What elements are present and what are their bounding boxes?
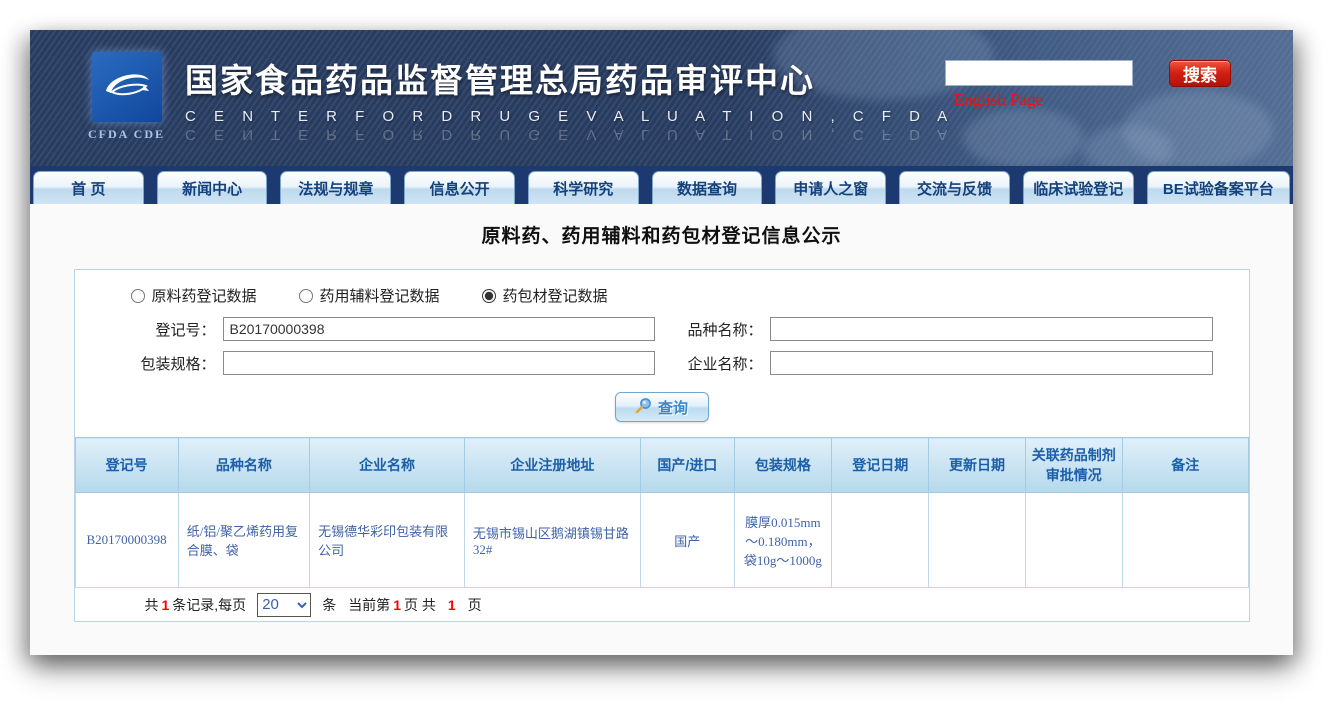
company-name-label: 企业名称： (665, 353, 770, 374)
table-cell (1025, 493, 1122, 588)
pager-total-pages: 1 (448, 597, 456, 613)
site-banner: CFDA CDE 国家食品药品监督管理总局药品审评中心 C E N T E R … (30, 30, 1293, 166)
results-col-header-5: 包装规格 (734, 438, 831, 493)
variety-name-input[interactable] (770, 317, 1213, 341)
results-col-header-6: 登记日期 (832, 438, 929, 493)
dataset-radio-input-2[interactable] (482, 289, 496, 303)
results-col-header-8: 关联药品制剂审批情况 (1025, 438, 1122, 493)
table-cell: 膜厚0.015mm～0.180mm，袋10g～1000g (734, 493, 831, 588)
dataset-radio-label-2: 药包材登记数据 (503, 285, 608, 306)
pager-total-suffix: 条记录,每页 (172, 595, 246, 615)
results-body: B20170000398纸/铝/聚乙烯药用复合膜、袋无锡德华彩印包装有限公司无锡… (75, 493, 1248, 588)
nav-tab-1[interactable]: 新闻中心 (157, 171, 268, 204)
pager-per-page-unit: 条 (322, 595, 336, 615)
nav-tab-6[interactable]: 申请人之窗 (775, 171, 886, 204)
dataset-radio-input-0[interactable] (131, 289, 145, 303)
site-title-en-reflection: C E N T E R F O R D R U G E V A L U A T … (185, 126, 954, 143)
logo-abbr: CFDA CDE (88, 127, 165, 142)
site-title-cn: 国家食品药品监督管理总局药品审评中心 (185, 54, 954, 102)
site-search-button[interactable]: 搜索 (1169, 60, 1231, 87)
dataset-radio-0[interactable]: 原料药登记数据 (131, 285, 257, 306)
page-size-select[interactable]: 20 (257, 593, 311, 617)
table-row: B20170000398纸/铝/聚乙烯药用复合膜、袋无锡德华彩印包装有限公司无锡… (75, 493, 1248, 588)
filter-form: 登记号： 品种名称： 包装规格： (75, 317, 1249, 375)
site-title-en: C E N T E R F O R D R U G E V A L U A T … (185, 108, 954, 125)
pager-pages-unit: 页 (468, 595, 482, 615)
pager-current-prefix: 当前第 (348, 595, 390, 615)
results-col-header-7: 更新日期 (929, 438, 1025, 493)
table-cell: 无锡德华彩印包装有限公司 (310, 493, 465, 588)
page-title: 原料药、药用辅料和药包材登记信息公示 (30, 204, 1293, 248)
nav-tab-9[interactable]: BE试验备案平台 (1147, 171, 1290, 204)
main-content: 原料药、药用辅料和药包材登记信息公示 原料药登记数据 药用辅料登记数据 药包材登记数… (30, 204, 1293, 655)
dataset-radio-1[interactable]: 药用辅料登记数据 (299, 285, 440, 306)
nav-tab-7[interactable]: 交流与反馈 (899, 171, 1010, 204)
registration-no-input[interactable] (223, 317, 655, 341)
dataset-radio-label-0: 原料药登记数据 (152, 285, 257, 306)
results-col-header-1: 品种名称 (178, 438, 309, 493)
banner-decor (963, 108, 1083, 166)
results-col-header-4: 国产/进口 (640, 438, 734, 493)
nav-tabs: 首 页新闻中心法规与规章信息公开科学研究数据查询申请人之窗交流与反馈临床试验登记… (30, 166, 1293, 204)
dataset-radio-label-1: 药用辅料登记数据 (320, 285, 440, 306)
magnifier-icon (635, 397, 652, 418)
results-col-header-9: 备注 (1122, 438, 1248, 493)
results-col-header-2: 企业名称 (310, 438, 465, 493)
banner-search-area: 搜索 (945, 60, 1231, 87)
nav-tab-8[interactable]: 临床试验登记 (1023, 171, 1134, 204)
nav-tab-2[interactable]: 法规与规章 (280, 171, 391, 204)
table-cell (832, 493, 929, 588)
query-button-label: 查询 (658, 397, 688, 418)
table-cell (1122, 493, 1248, 588)
banner-decor (1123, 90, 1273, 166)
english-page-link[interactable]: English Page (954, 90, 1043, 110)
pager-current-page: 1 (393, 597, 401, 613)
nav-tab-4[interactable]: 科学研究 (528, 171, 639, 204)
browser-page: CFDA CDE 国家食品药品监督管理总局药品审评中心 C E N T E R … (30, 30, 1293, 655)
search-panel: 原料药登记数据 药用辅料登记数据 药包材登记数据 登记号： 品种名称： (74, 269, 1250, 622)
dataset-radio-2[interactable]: 药包材登记数据 (482, 285, 608, 306)
fish-swoosh-icon (100, 65, 154, 110)
results-table: 登记号品种名称企业名称企业注册地址国产/进口包装规格登记日期更新日期关联药品制剂… (75, 437, 1249, 588)
results-col-header-0: 登记号 (75, 438, 178, 493)
registration-no-label: 登记号： (75, 319, 223, 340)
table-cell: 无锡市锡山区鹅湖镇锡甘路32# (464, 493, 640, 588)
pager-current-mid: 页 共 (404, 595, 436, 615)
table-cell: 国产 (640, 493, 734, 588)
table-cell: B20170000398 (75, 493, 178, 588)
results-col-header-3: 企业注册地址 (464, 438, 640, 493)
nav-tab-5[interactable]: 数据查询 (652, 171, 763, 204)
company-name-input[interactable] (770, 351, 1213, 375)
package-spec-input[interactable] (223, 351, 655, 375)
nav-tab-3[interactable]: 信息公开 (404, 171, 515, 204)
site-search-input[interactable] (945, 60, 1133, 86)
results-header-row: 登记号品种名称企业名称企业注册地址国产/进口包装规格登记日期更新日期关联药品制剂… (75, 438, 1248, 493)
dataset-radio-input-1[interactable] (299, 289, 313, 303)
screenshot-stage: CFDA CDE 国家食品药品监督管理总局药品审评中心 C E N T E R … (0, 0, 1323, 701)
package-spec-label: 包装规格： (75, 353, 223, 374)
query-button[interactable]: 查询 (615, 392, 709, 422)
nav-tab-0[interactable]: 首 页 (33, 171, 144, 204)
pagination-bar: 共 1 条记录,每页 20 条 当前第 1 页 共 1 页 (75, 588, 1249, 621)
site-brand: CFDA CDE 国家食品药品监督管理总局药品审评中心 C E N T E R … (88, 52, 954, 143)
pager-total-records: 1 (162, 597, 170, 613)
variety-name-label: 品种名称： (665, 319, 770, 340)
table-cell: 纸/铝/聚乙烯药用复合膜、袋 (178, 493, 309, 588)
cfda-cde-logo (92, 52, 162, 122)
table-cell (929, 493, 1025, 588)
dataset-radio-group: 原料药登记数据 药用辅料登记数据 药包材登记数据 (131, 285, 1249, 306)
pager-total-prefix: 共 (145, 595, 159, 615)
